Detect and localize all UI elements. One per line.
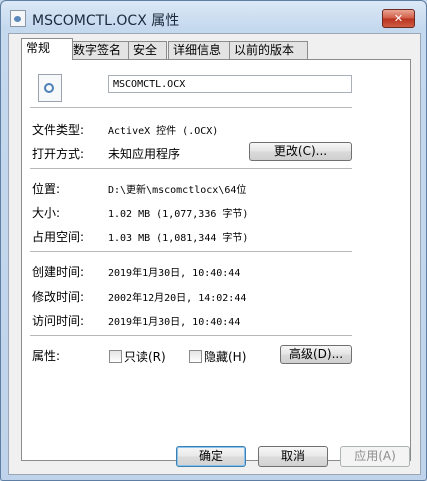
modified-value: 2002年12月20日, 14:02:44 <box>108 293 247 304</box>
advanced-button[interactable]: 高级(D)... <box>280 345 352 364</box>
size-label: 大小: <box>32 206 61 220</box>
separator <box>30 251 352 252</box>
tab-digital-signatures[interactable]: 数字签名 <box>68 41 129 59</box>
readonly-checkbox[interactable] <box>109 350 122 363</box>
attributes-label: 属性: <box>32 349 61 363</box>
separator <box>30 107 352 108</box>
title-bar[interactable]: MSCOMCTL.OCX 属性 ✕ <box>1 1 426 33</box>
open-with-value: 未知应用程序 <box>108 147 181 161</box>
tab-previous-versions[interactable]: 以前的版本 <box>229 41 308 59</box>
change-button[interactable]: 更改(C)... <box>249 142 352 161</box>
general-panel: MSCOMCTL.OCX 文件类型: ActiveX 控件 (.OCX) 打开方… <box>21 59 411 461</box>
readonly-label[interactable]: 只读(R) <box>124 348 166 365</box>
tab-general[interactable]: 常规 <box>21 38 73 60</box>
window-title: MSCOMCTL.OCX 属性 <box>32 13 180 29</box>
file-type-value: ActiveX 控件 (.OCX) <box>108 126 219 137</box>
separator <box>30 335 352 336</box>
created-label: 创建时间: <box>32 265 85 279</box>
tab-details[interactable]: 详细信息 <box>168 41 231 59</box>
open-with-label: 打开方式: <box>32 147 85 161</box>
created-value: 2019年1月30日, 10:40:44 <box>108 268 241 279</box>
close-button[interactable]: ✕ <box>382 9 415 28</box>
apply-button[interactable]: 应用(A) <box>340 446 410 467</box>
size-value: 1.02 MB (1,077,336 字节) <box>108 209 249 220</box>
tab-security[interactable]: 安全 <box>128 41 167 59</box>
location-label: 位置: <box>32 182 61 196</box>
dialog-client: 常规 数字签名 安全 详细信息 以前的版本 MSCOMCTL.OCX 文件类型:… <box>8 33 421 475</box>
properties-window: MSCOMCTL.OCX 属性 ✕ 常规 数字签名 安全 详细信息 以前的版本 … <box>0 0 427 481</box>
location-value: D:\更新\mscomctlocx\64位 <box>108 185 247 196</box>
hidden-checkbox[interactable] <box>189 350 202 363</box>
ok-button[interactable]: 确定 <box>176 446 246 467</box>
size-on-disk-label: 占用空间: <box>32 230 85 244</box>
size-on-disk-value: 1.03 MB (1,081,344 字节) <box>108 233 249 244</box>
accessed-value: 2019年1月30日, 10:40:44 <box>108 317 241 328</box>
cancel-button[interactable]: 取消 <box>258 446 328 467</box>
hidden-label[interactable]: 隐藏(H) <box>204 348 246 365</box>
file-name-field[interactable]: MSCOMCTL.OCX <box>108 75 352 93</box>
modified-label: 修改时间: <box>32 290 85 304</box>
accessed-label: 访问时间: <box>32 314 85 328</box>
file-type-label: 文件类型: <box>32 123 85 137</box>
separator <box>30 168 352 169</box>
ocx-file-icon <box>10 10 26 27</box>
ocx-file-icon <box>38 74 62 102</box>
